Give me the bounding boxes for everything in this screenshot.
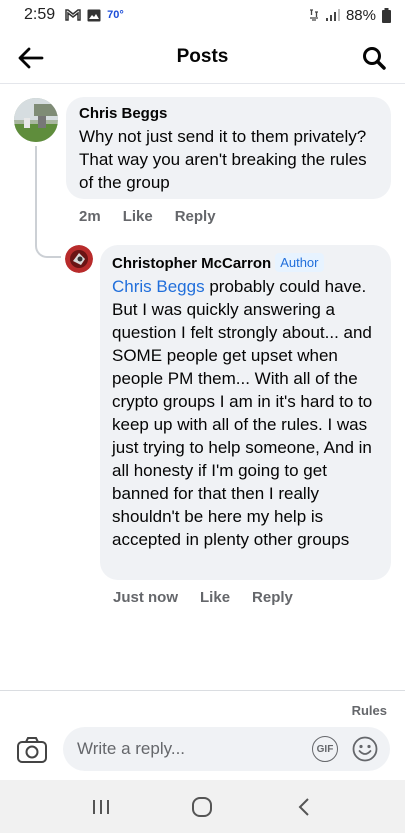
reply-bubble[interactable]: Christopher McCarron Author Chris Beggs p…	[100, 245, 391, 580]
comment-author[interactable]: Chris Beggs	[79, 105, 378, 122]
reply-composer: Rules Write a reply... GIF	[0, 690, 405, 780]
mention-link[interactable]: Chris Beggs	[112, 277, 205, 296]
recent-apps-button[interactable]	[81, 787, 121, 827]
gif-icon: GIF	[316, 743, 334, 755]
avatar-christopher-mccarron[interactable]	[65, 245, 93, 273]
gif-button[interactable]: GIF	[312, 736, 338, 762]
back-chevron-icon	[298, 797, 309, 816]
reply-input[interactable]: Write a reply... GIF	[63, 727, 390, 771]
avatar-photo	[65, 245, 93, 273]
comment-text: Why not just send it to them privately? …	[79, 127, 367, 192]
comment-actions: 2m Like Reply	[79, 208, 238, 225]
comment-time: 2m	[79, 208, 101, 225]
reply-author[interactable]: Christopher McCarron	[112, 255, 271, 272]
reply-actions: Just now Like Reply	[113, 589, 315, 606]
reply-button[interactable]: Reply	[175, 208, 216, 225]
page-title: Posts	[176, 45, 229, 67]
author-badge: Author	[275, 253, 324, 272]
reply-button[interactable]: Reply	[252, 589, 293, 606]
emoji-button[interactable]	[352, 736, 378, 762]
status-temperature: 70°	[107, 9, 124, 21]
avatar-chris-beggs[interactable]	[14, 98, 58, 142]
reply-time: Just now	[113, 589, 179, 606]
app-header: Posts	[0, 30, 405, 84]
back-arrow-icon	[18, 47, 44, 69]
back-nav-button[interactable]	[284, 787, 324, 827]
thread-connector	[35, 232, 61, 258]
reply-placeholder: Write a reply...	[77, 739, 186, 758]
recent-apps-icon	[92, 799, 109, 814]
status-bar: 2:59 70° 88%	[0, 0, 405, 30]
rules-link[interactable]: Rules	[352, 703, 387, 718]
gmail-icon	[65, 9, 81, 21]
thread-line	[35, 146, 37, 242]
reply-text: Chris Beggs probably could have. But I w…	[112, 275, 379, 551]
signal-icon	[325, 9, 340, 21]
emoji-icon	[352, 736, 378, 762]
avatar-photo	[14, 98, 58, 142]
battery-icon	[382, 7, 391, 23]
battery-percent: 88%	[345, 6, 376, 24]
search-icon	[363, 47, 386, 70]
search-button[interactable]	[357, 41, 391, 75]
reply-text-body: probably could have. But I was quickly a…	[112, 277, 373, 549]
camera-button[interactable]	[16, 735, 48, 765]
wifi-calling-icon	[309, 9, 318, 21]
like-button[interactable]: Like	[200, 589, 230, 606]
camera-icon	[17, 737, 47, 763]
home-button[interactable]	[182, 787, 222, 827]
like-button[interactable]: Like	[123, 208, 153, 225]
home-icon	[192, 796, 213, 817]
system-nav-bar	[0, 780, 405, 833]
status-time: 2:59	[24, 6, 56, 23]
comment-bubble[interactable]: Chris Beggs Why not just send it to them…	[66, 97, 391, 199]
back-button[interactable]	[14, 41, 48, 75]
gallery-icon	[87, 9, 101, 21]
